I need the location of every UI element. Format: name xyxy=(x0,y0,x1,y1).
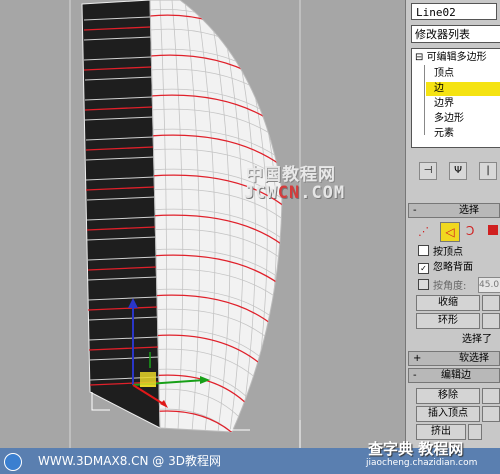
by-angle-checkbox[interactable]: 按角度: xyxy=(418,279,466,293)
rollout-selection[interactable]: - 选择 xyxy=(408,203,500,218)
rollout-edit-edges[interactable]: - 编辑边 xyxy=(408,368,500,383)
ring-button[interactable]: 环形 xyxy=(416,313,480,329)
stack-item-vertex[interactable]: 顶点 xyxy=(434,67,454,81)
viewport-3d[interactable]: 中国教程网 JCWCN.COM xyxy=(0,0,405,448)
grow-button[interactable] xyxy=(482,295,500,311)
stack-item-editable-poly[interactable]: ⊟ 可编辑多边形 xyxy=(415,51,487,65)
stack-item-polygon[interactable]: 多边形 xyxy=(434,112,464,126)
make-unique-icon[interactable]: | xyxy=(479,162,497,180)
pin-stack-icon[interactable]: ⊣ xyxy=(419,162,437,180)
selection-status: 选择了 xyxy=(462,334,492,345)
watermark-url: JCWCN.COM xyxy=(244,183,346,203)
stack-tree-line xyxy=(424,65,425,135)
modifier-stack[interactable]: ⊟ 可编辑多边形 顶点 边 边界 多边形 元素 xyxy=(411,48,500,148)
site-watermark: 查字典 教程网 jiaocheng.chazidian.com xyxy=(366,440,478,468)
footer-text: WWW.3DMAX8.CN @ 3D教程网 xyxy=(38,454,222,468)
angle-spinner[interactable]: 45.0 xyxy=(478,277,500,293)
site-logo-icon xyxy=(4,453,22,471)
insert-vertex-button[interactable]: 插入顶点 xyxy=(416,406,480,422)
edge-mode-icon[interactable]: ◁ xyxy=(440,222,460,242)
ignore-backfacing-checkbox[interactable]: ✓ 忽略背面 xyxy=(418,262,473,274)
by-vertex-checkbox[interactable]: 按顶点 xyxy=(418,245,463,259)
object-name-field[interactable]: Line02 xyxy=(411,3,497,20)
watermark-text: 中国教程网 xyxy=(246,165,336,185)
shrink-button[interactable]: 收缩 xyxy=(416,295,480,311)
stack-toolbar: ⊣ Ψ | xyxy=(411,160,500,182)
stack-item-element[interactable]: 元素 xyxy=(434,127,454,141)
border-mode-icon[interactable]: Ↄ xyxy=(466,224,474,238)
show-end-result-icon[interactable]: Ψ xyxy=(449,162,467,180)
rollout-soft-selection[interactable]: + 软选择 xyxy=(408,351,500,366)
modifier-list-dropdown[interactable]: 修改器列表 xyxy=(411,25,500,43)
remove-button[interactable]: 移除 xyxy=(416,388,480,404)
stack-item-edge[interactable]: 边 xyxy=(426,82,500,96)
stack-item-border[interactable]: 边界 xyxy=(434,97,454,111)
mesh-render xyxy=(0,0,405,448)
subobject-icons: ⋰ ◁ Ↄ xyxy=(410,222,500,242)
loop-button[interactable] xyxy=(482,313,500,329)
vertex-mode-icon[interactable]: ⋰ xyxy=(418,225,429,238)
split-button[interactable] xyxy=(482,388,500,404)
polygon-mode-icon[interactable] xyxy=(488,225,498,235)
weld-button[interactable] xyxy=(482,406,500,422)
